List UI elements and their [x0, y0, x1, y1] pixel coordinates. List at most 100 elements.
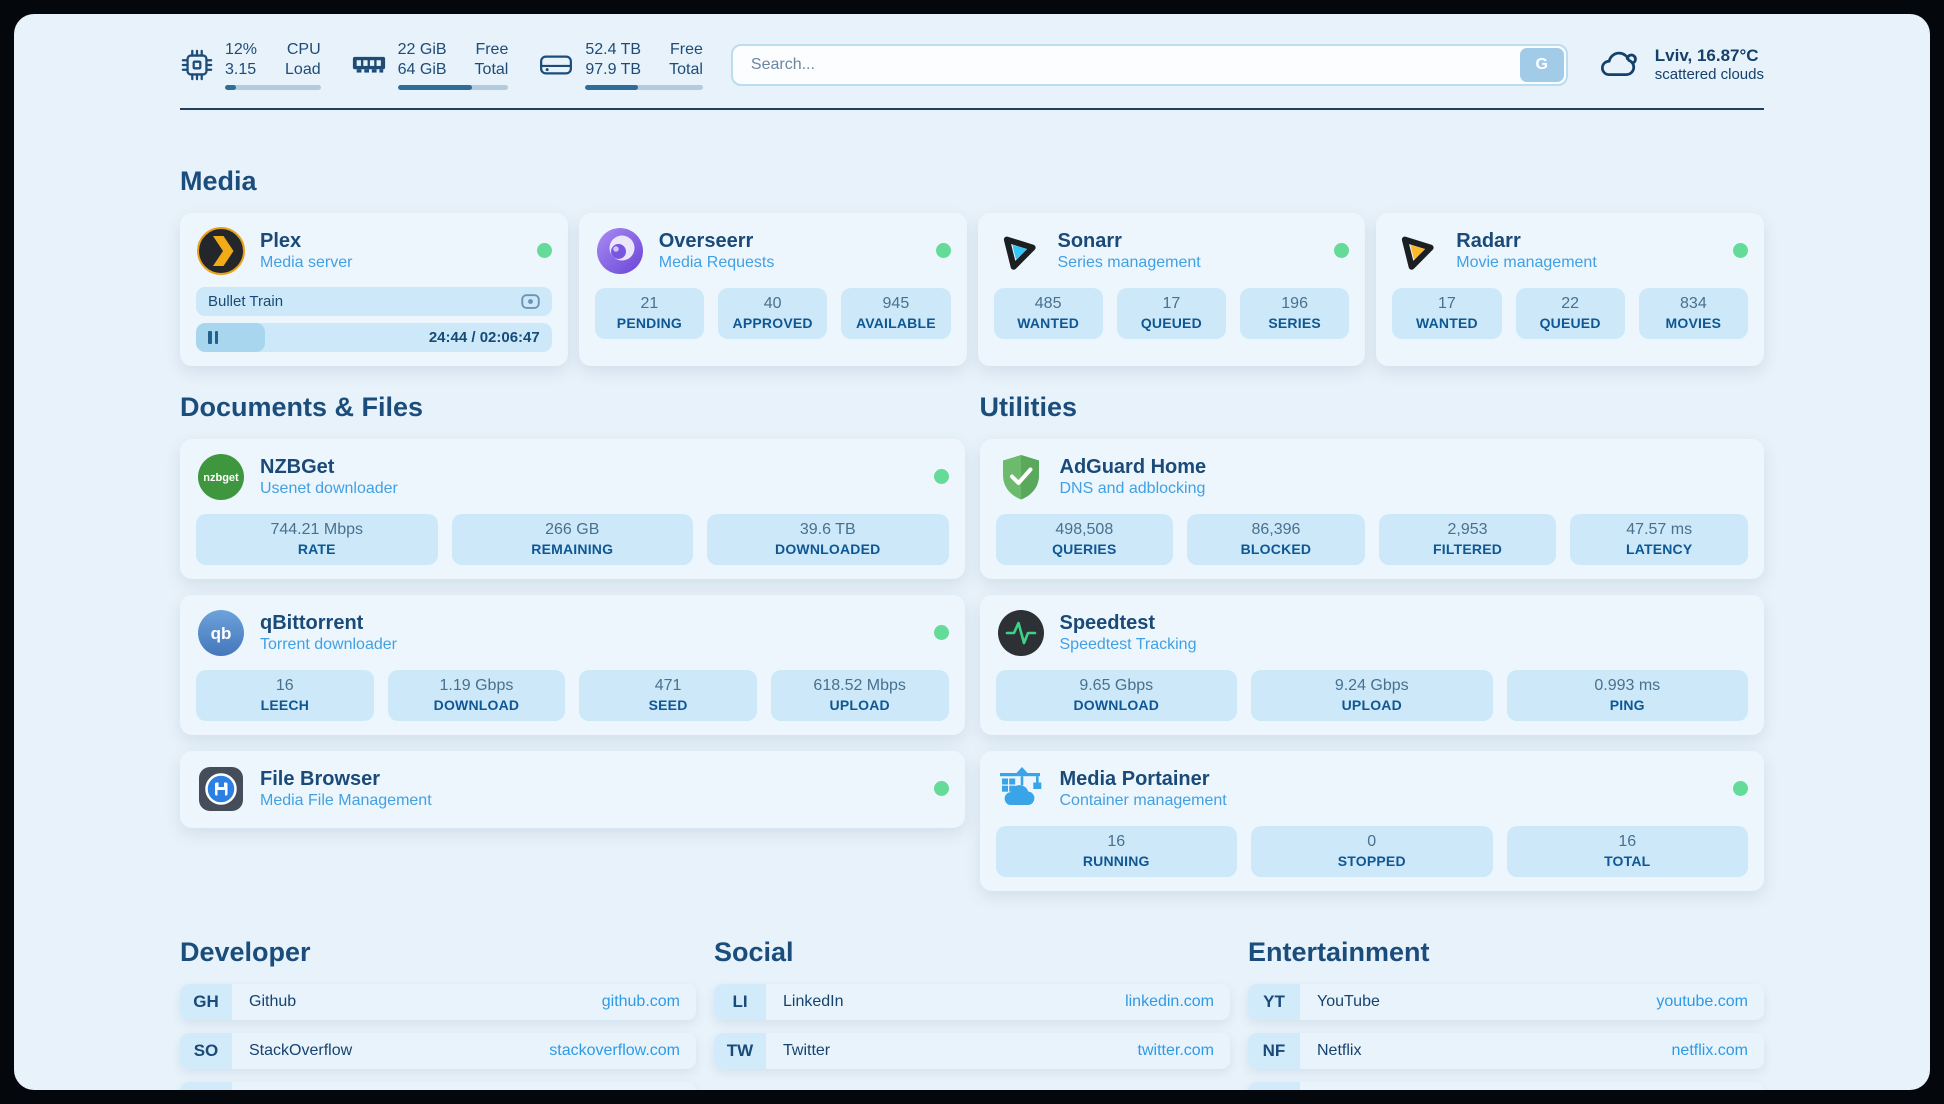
- status-dot: [936, 243, 951, 258]
- bookmark-reddit[interactable]: RE Reddit reddit.com: [1248, 1082, 1764, 1090]
- bookmark-url: github.com: [602, 984, 696, 1020]
- app-name: Speedtest: [1060, 612, 1197, 635]
- app-subtitle: Movie management: [1456, 254, 1597, 272]
- bookmark-github[interactable]: GH Github github.com: [180, 984, 696, 1020]
- bookmark-url: netflix.com: [1672, 1033, 1764, 1069]
- section-title-social: Social: [714, 937, 1230, 968]
- stat-chip: 485WANTED: [994, 288, 1103, 339]
- section-title-developer: Developer: [180, 937, 696, 968]
- cpu-stat: 12%3.15 CPULoad: [180, 40, 321, 90]
- section-title-documents: Documents & Files: [180, 392, 965, 423]
- bookmark-netflix[interactable]: NF Netflix netflix.com: [1248, 1033, 1764, 1069]
- media-grid: Plex Media server Bullet Train 24:44 / 0…: [180, 213, 1764, 366]
- stat-chip: 0.993 msPING: [1507, 670, 1749, 721]
- app-card-speedtest[interactable]: Speedtest Speedtest Tracking 9.65 GbpsDO…: [980, 595, 1765, 735]
- stat-chip: 1.19 GbpsDOWNLOAD: [388, 670, 566, 721]
- app-name: Media Portainer: [1060, 768, 1227, 791]
- app-subtitle: Torrent downloader: [260, 636, 397, 654]
- svg-text:nzbget: nzbget: [203, 472, 239, 484]
- status-dot: [934, 625, 949, 640]
- utilities-column: Utilities AdGuard Home DNS and adblockin…: [980, 392, 1765, 891]
- portainer-logo-icon: [996, 764, 1046, 814]
- bookmark-name: YouTube: [1300, 984, 1380, 1020]
- app-card-filebrowser[interactable]: File Browser Media File Management: [180, 751, 965, 828]
- app-card-portainer[interactable]: Media Portainer Container management 16R…: [980, 751, 1765, 891]
- cpu-usage: 12%: [225, 40, 257, 60]
- top-bar: 12%3.15 CPULoad 22 GiB64 GiB F: [180, 40, 1764, 90]
- bookmark-url: twitter.com: [1138, 1033, 1230, 1069]
- app-card-radarr[interactable]: Radarr Movie management 17WANTED 22QUEUE…: [1376, 213, 1764, 366]
- status-dot: [1733, 781, 1748, 796]
- bookmark-badge: NF: [1248, 1033, 1300, 1069]
- stat-chip: 86,396BLOCKED: [1187, 514, 1365, 565]
- bookmark-badge: YT: [1248, 984, 1300, 1020]
- stat-chip: 9.24 GbpsUPLOAD: [1251, 670, 1493, 721]
- stat-chip: 17WANTED: [1392, 288, 1501, 339]
- bookmark-name: Netflix: [1300, 1033, 1361, 1069]
- weather-cloud-icon: [1596, 48, 1642, 81]
- search-go-button[interactable]: G: [1520, 48, 1564, 82]
- app-card-adguard[interactable]: AdGuard Home DNS and adblocking 498,508Q…: [980, 439, 1765, 579]
- stat-chip: 22QUEUED: [1516, 288, 1625, 339]
- stat-chip: 266 GBREMAINING: [452, 514, 694, 565]
- app-card-plex[interactable]: Plex Media server Bullet Train 24:44 / 0…: [180, 213, 568, 366]
- app-subtitle: Media Requests: [659, 254, 775, 272]
- bookmark-badge: SO: [180, 1033, 232, 1069]
- bookmark-youtube[interactable]: YT YouTube youtube.com: [1248, 984, 1764, 1020]
- app-name: Plex: [260, 230, 352, 253]
- stat-chip: 834MOVIES: [1639, 288, 1748, 339]
- playback-time: 24:44 / 02:06:47: [429, 329, 540, 346]
- bookmark-twitter[interactable]: TW Twitter twitter.com: [714, 1033, 1230, 1069]
- stat-chip: 40APPROVED: [718, 288, 827, 339]
- plex-logo-icon: [196, 226, 246, 276]
- app-card-qbittorrent[interactable]: qb qBittorrent Torrent downloader 16LEEC…: [180, 595, 965, 735]
- stat-chip: 17QUEUED: [1117, 288, 1226, 339]
- cpu-label-1: CPU: [285, 40, 321, 60]
- bookmark-badge: DT: [180, 1082, 232, 1090]
- radarr-logo-icon: [1392, 226, 1442, 276]
- app-card-overseerr[interactable]: Overseerr Media Requests 21PENDING 40APP…: [579, 213, 967, 366]
- bookmark-badge: RE: [1248, 1082, 1300, 1090]
- plex-now-playing: Bullet Train 24:44 / 02:06:47: [196, 287, 552, 352]
- app-card-sonarr[interactable]: Sonarr Series management 485WANTED 17QUE…: [978, 213, 1366, 366]
- bookmark-name: LinkedIn: [766, 984, 844, 1020]
- app-name: File Browser: [260, 768, 432, 791]
- system-stats: 12%3.15 CPULoad 22 GiB64 GiB F: [180, 40, 703, 90]
- ram-free: 22 GiB: [398, 40, 447, 60]
- documents-column: Documents & Files nzbget NZBGet Usenet d…: [180, 392, 965, 828]
- dashboard-page: 12%3.15 CPULoad 22 GiB64 GiB F: [14, 14, 1930, 1090]
- ram-label-1: Free: [475, 40, 509, 60]
- disk-progress-bar: [585, 85, 703, 90]
- ram-icon: [351, 52, 387, 77]
- social-links: Social LI LinkedIn linkedin.com TW Twitt…: [714, 937, 1230, 1069]
- app-name: Overseerr: [659, 230, 775, 253]
- cpu-icon: [180, 48, 214, 82]
- entertainment-links: Entertainment YT YouTube youtube.com NF …: [1248, 937, 1764, 1090]
- overseerr-logo-icon: [595, 226, 645, 276]
- section-title-utilities: Utilities: [980, 392, 1765, 423]
- app-subtitle: Usenet downloader: [260, 480, 398, 498]
- search-input[interactable]: [731, 44, 1568, 86]
- app-name: AdGuard Home: [1060, 456, 1207, 479]
- header-divider: [180, 108, 1764, 110]
- status-dot: [1733, 243, 1748, 258]
- app-subtitle: Series management: [1058, 254, 1201, 272]
- bookmark-dev[interactable]: DT DEV dev.to: [180, 1082, 696, 1090]
- bookmark-url: stackoverflow.com: [549, 1033, 696, 1069]
- bookmark-badge: TW: [714, 1033, 766, 1069]
- cpu-progress-bar: [225, 85, 321, 90]
- bookmark-stackoverflow[interactable]: SO StackOverflow stackoverflow.com: [180, 1033, 696, 1069]
- bookmark-linkedin[interactable]: LI LinkedIn linkedin.com: [714, 984, 1230, 1020]
- bookmark-badge: GH: [180, 984, 232, 1020]
- stat-chip: 2,953FILTERED: [1379, 514, 1557, 565]
- disk-label-1: Free: [669, 40, 703, 60]
- stat-chip: 16RUNNING: [996, 826, 1238, 877]
- stat-chip: 16TOTAL: [1507, 826, 1749, 877]
- stat-chip: 471SEED: [579, 670, 757, 721]
- bookmark-url: dev.to: [638, 1082, 696, 1090]
- status-dot: [537, 243, 552, 258]
- app-card-nzbget[interactable]: nzbget NZBGet Usenet downloader 744.21 M…: [180, 439, 965, 579]
- stat-chip: 744.21 MbpsRATE: [196, 514, 438, 565]
- pause-icon: [208, 331, 218, 344]
- disk-label-2: Total: [669, 60, 703, 80]
